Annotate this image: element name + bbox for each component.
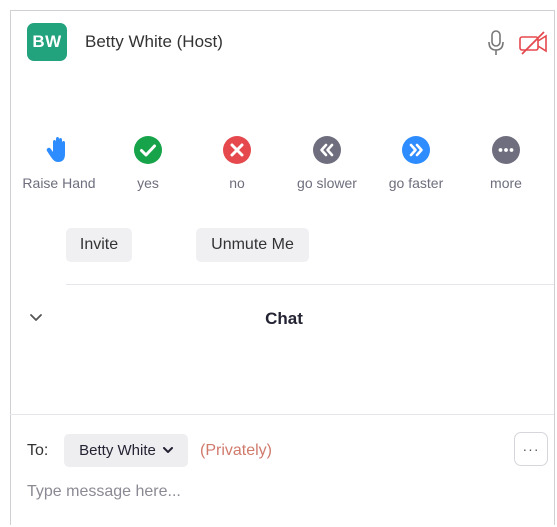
to-label: To: — [27, 442, 49, 459]
privately-label: (Privately) — [200, 442, 273, 459]
invite-button[interactable]: Invite — [66, 228, 132, 262]
divider — [66, 284, 554, 285]
reaction-label: more — [490, 175, 522, 191]
chevron-down-icon — [162, 447, 173, 453]
chat-more-button[interactable]: ··· — [514, 432, 548, 466]
check-icon — [134, 136, 162, 164]
video-off-icon[interactable] — [518, 30, 548, 56]
reaction-label: yes — [137, 175, 159, 191]
go-slower-button[interactable]: go slower — [282, 132, 372, 191]
divider — [10, 414, 554, 415]
reaction-label: go slower — [297, 175, 357, 191]
reaction-label: no — [229, 175, 245, 191]
participant-row[interactable]: BW Betty White (Host) — [27, 23, 547, 63]
message-input[interactable] — [27, 478, 527, 506]
yes-button[interactable]: yes — [103, 132, 193, 191]
more-icon — [492, 136, 520, 164]
reactions-bar: Raise Hand yes no go slower go faster mo… — [14, 132, 544, 202]
microphone-icon[interactable] — [486, 29, 506, 57]
more-reactions-button[interactable]: more — [461, 132, 551, 191]
avatar: BW — [27, 23, 67, 61]
ellipsis-icon: ··· — [522, 441, 540, 457]
x-icon — [223, 136, 251, 164]
go-faster-button[interactable]: go faster — [371, 132, 461, 191]
recipient-name: Betty White — [79, 442, 156, 459]
raise-hand-icon — [46, 137, 65, 162]
fast-forward-icon — [402, 136, 430, 164]
unmute-me-button[interactable]: Unmute Me — [196, 228, 309, 262]
recipient-dropdown[interactable]: Betty White — [64, 434, 188, 467]
no-button[interactable]: no — [192, 132, 282, 191]
reaction-label: Raise Hand — [22, 175, 96, 191]
participant-name: Betty White (Host) — [85, 32, 223, 51]
reaction-label: go faster — [388, 175, 444, 191]
chat-title: Chat — [265, 309, 303, 328]
raise-hand-button[interactable]: Raise Hand — [14, 132, 104, 191]
rewind-icon — [313, 136, 341, 164]
